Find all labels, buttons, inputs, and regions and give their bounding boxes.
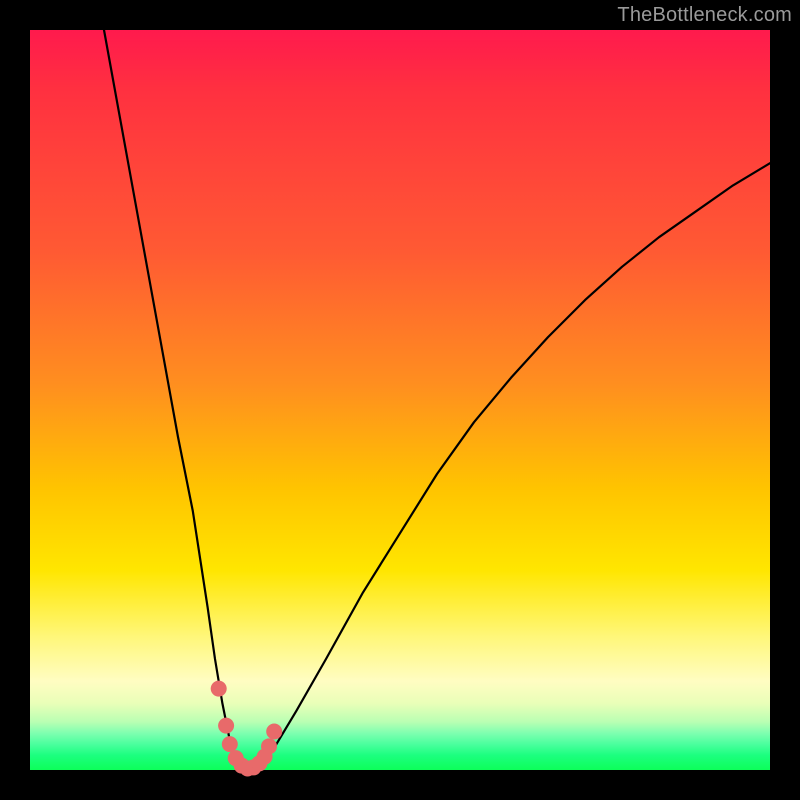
highlight-dots [211,681,283,777]
highlight-dot [266,724,282,740]
highlight-dot [261,738,277,754]
watermark-text: TheBottleneck.com [617,4,792,27]
highlight-dot [222,736,238,752]
highlight-dot [218,718,234,734]
curve-layer [30,30,770,770]
plot-area [30,30,770,770]
chart-frame: TheBottleneck.com [0,0,800,800]
highlight-dot [211,681,227,697]
bottleneck-curve [104,30,770,770]
